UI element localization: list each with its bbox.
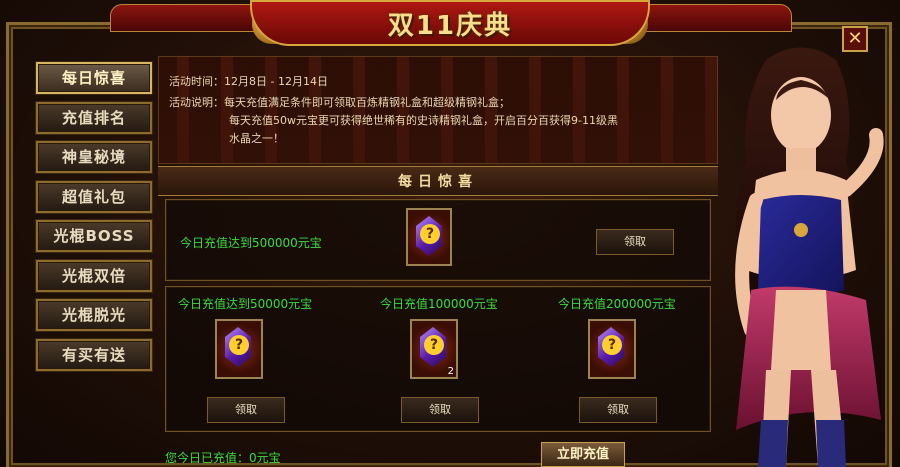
banner-wing-left [110,4,262,32]
reward-box-top: 今日充值达到500000元宝 ? 领取 [165,199,711,281]
recharge-now-button[interactable]: 立即充值 [541,442,625,467]
recharge-status: 您今日已充值：0元宝 [165,451,281,465]
item-count: 2 [447,366,454,377]
sidebar-item-label: 超值礼包 [61,187,126,206]
sidebar-item-value-pack[interactable]: 超值礼包 [36,180,152,213]
sidebar-item-label: 光棍脱光 [61,306,126,324]
sidebar-item-recharge-rank[interactable]: 充值排名 [36,101,152,134]
sidebar-item-label: 神皇秘境 [61,148,126,166]
event-info-panel: 活动时间：12月8日 - 12月14日 活动说明：每天充值满足条件即可领取百炼精… [158,56,718,164]
reward-condition: 今日充值达到500000元宝 [180,236,322,250]
event-desc-line2: 每天充值50w元宝更可获得绝世稀有的史诗精钢礼盒，开启百分百获得9-11级黑 [229,114,618,127]
section-title: 每日惊喜 [398,174,478,190]
character-figure [735,47,884,467]
question-mark-icon: ? [229,335,249,355]
reward-item-slot[interactable]: ? [588,319,636,379]
sidebar-item-label: 光棍双倍 [61,266,126,285]
event-time-value: 12月8日 - 12月14日 [224,75,328,88]
event-window: 双11庆典 ✕ 每日惊喜 充值排名 神皇秘境 超值礼包 光棍BOSS 光棍双倍 … [0,0,900,467]
character-illustration [706,40,900,467]
page-title: 双11庆典 [387,10,513,41]
reward-condition: 今日充值200000元宝 [558,297,676,311]
sidebar-item-label: 光棍BOSS [53,227,135,245]
reward-item-slot[interactable]: ? 2 [410,319,458,379]
sidebar-item-buy-get[interactable]: 有买有送 [36,338,152,371]
claim-button[interactable]: 领取 [401,397,479,423]
reward-item-slot[interactable]: ? [406,208,452,266]
event-desc-row: 活动说明：每天充值满足条件即可领取百炼精钢礼盒和超级精钢礼盒； [169,94,510,110]
title-banner: 双11庆典 [250,0,650,46]
sidebar-item-label: 有买有送 [61,345,126,364]
sidebar-item-secret-realm[interactable]: 神皇秘境 [36,141,152,173]
sidebar-item-daily-surprise[interactable]: 每日惊喜 [36,62,152,94]
event-time-row: 活动时间：12月8日 - 12月14日 [169,73,328,89]
reward-condition: 今日充值100000元宝 [380,297,498,311]
sidebar-item-singles-double[interactable]: 光棍双倍 [36,259,152,292]
reward-item-slot[interactable]: ? [215,319,263,379]
claim-button[interactable]: 领取 [207,397,285,423]
question-mark-icon: ? [420,224,440,244]
sidebar-item-singles-boss[interactable]: 光棍BOSS [36,220,152,252]
claim-button[interactable]: 领取 [579,397,657,423]
sidebar-item-label: 每日惊喜 [61,69,126,87]
sidebar-item-label: 充值排名 [61,108,126,127]
banner-wing-right [640,4,792,32]
reward-condition: 今日充值达到50000元宝 [178,297,313,311]
event-desc-label: 活动说明： [169,96,224,109]
event-time-label: 活动时间： [169,75,224,88]
reward-box-tiers: 今日充值达到50000元宝 ? 领取 今日充值100000元宝 ? 2 领取 今… [165,286,711,432]
question-mark-icon: ? [602,335,622,355]
sidebar-item-singles-escape[interactable]: 光棍脱光 [36,299,152,331]
sidebar: 每日惊喜 充值排名 神皇秘境 超值礼包 光棍BOSS 光棍双倍 光棍脱光 有买有… [36,62,154,378]
question-mark-icon: ? [424,335,444,355]
claim-button[interactable]: 领取 [596,229,674,255]
event-desc-line3: 水晶之一！ [229,132,284,145]
event-desc-line1: 每天充值满足条件即可领取百炼精钢礼盒和超级精钢礼盒； [224,96,510,109]
section-header: 每日惊喜 [158,166,718,196]
